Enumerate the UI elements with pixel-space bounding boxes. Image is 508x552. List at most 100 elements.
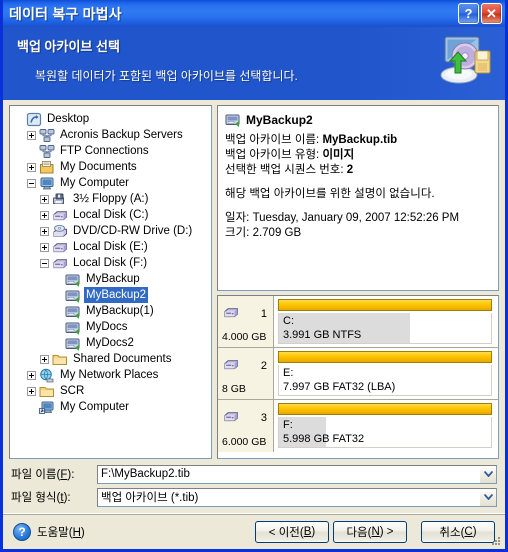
title-bar[interactable]: 데이터 복구 마법사 ? ✕	[3, 0, 505, 27]
harddisk-icon	[224, 412, 238, 422]
archive-icon	[65, 306, 80, 319]
next-label-post: ) >	[379, 525, 394, 538]
partition-row[interactable]: 2 8 GB E: 7.997 GB FAT32 (LBA)	[218, 348, 498, 400]
tree-item-label: SCR	[60, 385, 85, 397]
tree-item-my-computer[interactable]: My Computer	[14, 175, 211, 191]
partition-row[interactable]: 3 6.000 GB F: 5.998 GB FAT32	[218, 400, 498, 452]
partition-graph-cell: C: 3.991 GB NTFS	[274, 296, 498, 347]
partition-list[interactable]: 1 4.000 GB C: 3.991 GB NTFS 2 8 GB E: 7.…	[217, 295, 499, 459]
tree-item-mybackup-1[interactable]: MyBackup(1)	[14, 303, 211, 319]
tree-expander-spacer	[14, 115, 23, 124]
help-titlebar-button[interactable]: ?	[458, 3, 479, 24]
tree-expander-spacer	[27, 403, 36, 412]
next-label-key: N	[371, 525, 380, 538]
tree-item-dvd-cd-rw-drive-d[interactable]: DVD/CD-RW Drive (D:)	[14, 223, 211, 239]
tree-item-label: Desktop	[47, 113, 90, 125]
partition-detail: 5.998 GB FAT32	[283, 433, 365, 445]
filename-input[interactable]: F:\MyBackup2.tib	[98, 468, 480, 480]
tree-item-mydocs2[interactable]: MyDocs2	[14, 335, 211, 351]
tree-item-my-computer[interactable]: My Computer	[14, 399, 211, 415]
filename-label-pre: 파일 이름(	[11, 469, 61, 481]
wizard-header-banner: 백업 아카이브 선택 복원할 데이터가 포함된 백업 아카이브를 선택합니다.	[3, 27, 505, 100]
tree-item-my-network-places[interactable]: My Network Places	[14, 367, 211, 383]
partition-disk-icon-wrap	[223, 305, 253, 324]
next-button[interactable]: 다음(N) >	[333, 520, 407, 543]
partition-text: C: 3.991 GB NTFS	[279, 313, 491, 342]
info-spacer-1	[225, 178, 491, 187]
tree-item-label: My Computer	[60, 177, 130, 189]
tree-item-local-disk-e[interactable]: Local Disk (E:)	[14, 239, 211, 255]
tree-item-scr[interactable]: SCR	[14, 383, 211, 399]
archive-type-label: 백업 아카이브 유형:	[225, 149, 320, 161]
filename-label: 파일 이름(F):	[11, 466, 97, 482]
tree-icon-wrap	[52, 256, 68, 271]
tree-expander-plus-icon[interactable]	[40, 194, 49, 204]
tree-item-ftp-connections[interactable]: FTP Connections	[14, 143, 211, 159]
tree-expander-plus-icon[interactable]	[27, 130, 36, 140]
tree-icon-wrap	[52, 192, 68, 207]
partition-disk-number: 1	[260, 308, 267, 320]
archive-sequence-line: 선택한 백업 시퀀스 번호: 2	[225, 163, 491, 178]
tree-item-3-floppy-a[interactable]: 3½ Floppy (A:)	[14, 191, 211, 207]
harddisk-icon	[53, 258, 67, 268]
filename-dropdown-arrow[interactable]	[480, 465, 496, 483]
tree-expander-minus-icon[interactable]	[40, 258, 49, 268]
tree-expander-minus-icon[interactable]	[27, 178, 36, 188]
tree-expander-plus-icon[interactable]	[40, 242, 49, 252]
partition-row[interactable]: 1 4.000 GB C: 3.991 GB NTFS	[218, 296, 498, 348]
tree-item-label: Local Disk (F:)	[73, 257, 148, 269]
folder-icon	[39, 386, 54, 397]
back-label-key: B	[303, 525, 312, 538]
tree-item-desktop[interactable]: Desktop	[14, 111, 211, 127]
filename-combo[interactable]: F:\MyBackup2.tib	[97, 464, 497, 484]
tree-item-label: 3½ Floppy (A:)	[73, 193, 149, 205]
tree-item-local-disk-c[interactable]: Local Disk (C:)	[14, 207, 211, 223]
tree-icon-wrap	[52, 240, 68, 255]
archive-location-tree[interactable]: Desktop Acronis Backup Servers FTP Conne…	[9, 105, 212, 459]
filetype-value[interactable]: 백업 아카이브 (*.tib)	[98, 489, 480, 505]
tree-expander-plus-icon[interactable]	[40, 210, 49, 220]
partition-letter: E:	[283, 367, 294, 379]
help-link[interactable]: ? 도움말(H)	[13, 522, 85, 541]
tree-item-acronis-backup-servers[interactable]: Acronis Backup Servers	[14, 127, 211, 143]
filetype-combo[interactable]: 백업 아카이브 (*.tib)	[97, 487, 497, 507]
tree-expander-plus-icon[interactable]	[40, 354, 49, 364]
chevron-down-icon	[483, 494, 493, 500]
partition-graph-cell: E: 7.997 GB FAT32 (LBA)	[274, 348, 498, 399]
resize-grip[interactable]	[490, 535, 502, 547]
filetype-dropdown-arrow[interactable]	[480, 488, 496, 506]
tree-item-mybackup2[interactable]: MyBackup2	[14, 287, 211, 303]
tree-icon-wrap	[39, 368, 55, 383]
tree-item-label: Local Disk (E:)	[73, 241, 148, 253]
tree-icon-wrap	[39, 176, 55, 191]
cancel-button[interactable]: 취소(C)	[421, 520, 495, 543]
tree-item-label: MyBackup2	[84, 287, 149, 303]
cancel-label-post: )	[472, 525, 477, 538]
tree-item-shared-documents[interactable]: Shared Documents	[14, 351, 211, 367]
back-button[interactable]: < 이전(B)	[255, 520, 329, 543]
tree-expander-plus-icon[interactable]	[40, 226, 49, 236]
archive-date-label: 일자:	[225, 212, 250, 224]
partition-detail-box: C: 3.991 GB NTFS	[278, 313, 492, 344]
tree-expander-plus-icon[interactable]	[27, 162, 36, 172]
partition-disk-icon-wrap	[223, 409, 253, 428]
tree-item-mydocs[interactable]: MyDocs	[14, 319, 211, 335]
desktop-icon	[26, 112, 42, 126]
tree-expander-plus-icon[interactable]	[27, 370, 36, 380]
cancel-label-key: C	[464, 525, 473, 538]
tree-icon-wrap	[52, 352, 68, 367]
tree-item-mybackup[interactable]: MyBackup	[14, 271, 211, 287]
tree-expander-plus-icon[interactable]	[27, 386, 36, 396]
partition-letter: F:	[283, 419, 293, 431]
partition-detail: 3.991 GB NTFS	[283, 329, 362, 341]
partition-detail: 7.997 GB FAT32 (LBA)	[283, 381, 396, 393]
harddisk-icon	[53, 242, 67, 252]
title-bar-buttons: ? ✕	[458, 3, 502, 24]
tree-icon-wrap	[39, 128, 55, 143]
tree-item-my-documents[interactable]: My Documents	[14, 159, 211, 175]
partition-letter: C:	[283, 315, 294, 327]
tree-item-local-disk-f[interactable]: Local Disk (F:)	[14, 255, 211, 271]
network-icon	[39, 128, 55, 142]
close-button[interactable]: ✕	[481, 3, 502, 24]
harddisk-icon	[224, 360, 238, 370]
